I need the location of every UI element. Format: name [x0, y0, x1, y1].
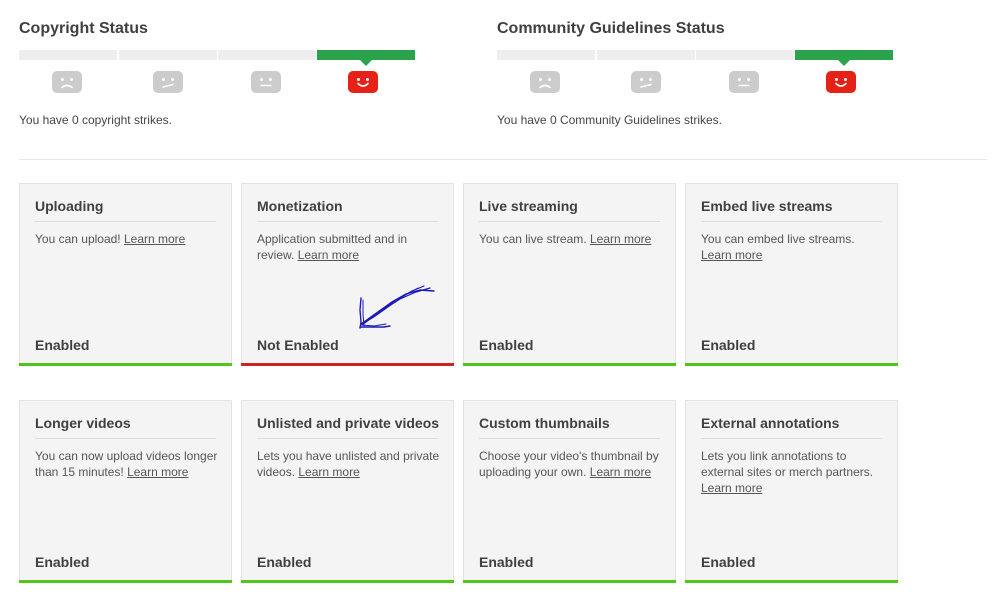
feature-card-state: Enabled: [257, 554, 312, 570]
feature-card-title: Custom thumbnails: [479, 415, 660, 439]
community-guidelines-status-title: Community Guidelines Status: [497, 20, 725, 37]
feature-card-live-streaming: Live streaming You can live stream. Lear…: [463, 183, 676, 366]
learn-more-link[interactable]: Learn more: [127, 465, 188, 479]
feature-card-state: Enabled: [35, 337, 90, 353]
strike-segment: [497, 50, 595, 60]
happy-face-icon: [348, 71, 378, 93]
feature-card-embed-live-streams: Embed live streams You can embed live st…: [685, 183, 898, 366]
copyright-status-title: Copyright Status: [19, 20, 148, 37]
learn-more-link[interactable]: Learn more: [124, 232, 185, 246]
feature-card-external-annotations: External annotations Lets you link annot…: [685, 400, 898, 583]
feature-state-bar: [685, 363, 898, 366]
feature-card-uploading: Uploading You can upload! Learn more Ena…: [19, 183, 232, 366]
copyright-strike-meter: [19, 50, 419, 66]
community-guidelines-strike-meter: [497, 50, 897, 66]
section-divider: [19, 159, 986, 160]
community-guidelines-status: Community Guidelines Status You have 0 C…: [497, 0, 897, 140]
feature-card-monetization: Monetization Application submitted and i…: [241, 183, 454, 366]
strike-segment: [119, 50, 217, 60]
feature-card-title: External annotations: [701, 415, 882, 439]
feature-state-bar: [19, 363, 232, 366]
feature-card-title: Embed live streams: [701, 198, 882, 222]
feature-card-description: Choose your video's thumbnail by uploadi…: [479, 449, 659, 479]
feature-card-title: Unlisted and private videos: [257, 415, 439, 439]
feature-state-bar: [241, 580, 454, 583]
neutral-face-icon: [729, 71, 759, 93]
very-sad-face-icon: [530, 71, 560, 93]
feature-card-description: Application submitted and in review. Lea…: [257, 232, 408, 262]
feature-card-title: Uploading: [35, 198, 216, 222]
hand-drawn-arrow-annotation: [359, 285, 435, 329]
feature-card-state: Enabled: [35, 554, 90, 570]
strike-segment: [597, 50, 695, 60]
learn-more-link[interactable]: Learn more: [298, 465, 359, 479]
learn-more-link[interactable]: Learn more: [298, 248, 359, 262]
happy-face-icon: [826, 71, 856, 93]
feature-card-description: You can live stream. Learn more: [479, 232, 652, 246]
strike-segment: [317, 50, 415, 66]
feature-card-title: Longer videos: [35, 415, 216, 439]
strike-segment: [696, 50, 794, 60]
community-guidelines-status-message: You have 0 Community Guidelines strikes.: [497, 113, 722, 127]
feature-card-custom-thumbnails: Custom thumbnails Choose your video's th…: [463, 400, 676, 583]
feature-card-title: Monetization: [257, 198, 438, 222]
feature-card-description: You can upload! Learn more: [35, 232, 186, 246]
sad-face-icon: [153, 71, 183, 93]
learn-more-link[interactable]: Learn more: [701, 248, 762, 262]
strike-segment: [218, 50, 316, 60]
learn-more-link[interactable]: Learn more: [590, 465, 651, 479]
feature-state-bar: [463, 580, 676, 583]
feature-state-bar: [463, 363, 676, 366]
feature-state-bar: [241, 363, 454, 366]
feature-card-longer-videos: Longer videos You can now upload videos …: [19, 400, 232, 583]
learn-more-link[interactable]: Learn more: [701, 481, 762, 495]
feature-card-state: Not Enabled: [257, 337, 339, 353]
strike-segment: [19, 50, 117, 60]
feature-card-unlisted-private-videos: Unlisted and private videos Lets you hav…: [241, 400, 454, 583]
feature-card-description: Lets you have unlisted and private video…: [257, 449, 440, 479]
sad-face-icon: [631, 71, 661, 93]
copyright-status-message: You have 0 copyright strikes.: [19, 113, 172, 127]
very-sad-face-icon: [52, 71, 82, 93]
feature-card-state: Enabled: [701, 337, 756, 353]
neutral-face-icon: [251, 71, 281, 93]
feature-state-bar: [685, 580, 898, 583]
feature-card-state: Enabled: [701, 554, 756, 570]
strike-segment: [795, 50, 893, 66]
feature-card-description: You can now upload videos longer than 15…: [35, 449, 218, 479]
feature-state-bar: [19, 580, 232, 583]
feature-card-state: Enabled: [479, 554, 534, 570]
learn-more-link[interactable]: Learn more: [590, 232, 651, 246]
feature-card-state: Enabled: [479, 337, 534, 353]
feature-card-description: Lets you link annotations to external si…: [701, 449, 874, 495]
feature-card-description: You can embed live streams. Learn more: [701, 232, 855, 262]
copyright-status: Copyright Status You have 0 copyright st…: [19, 0, 419, 140]
feature-card-title: Live streaming: [479, 198, 660, 222]
